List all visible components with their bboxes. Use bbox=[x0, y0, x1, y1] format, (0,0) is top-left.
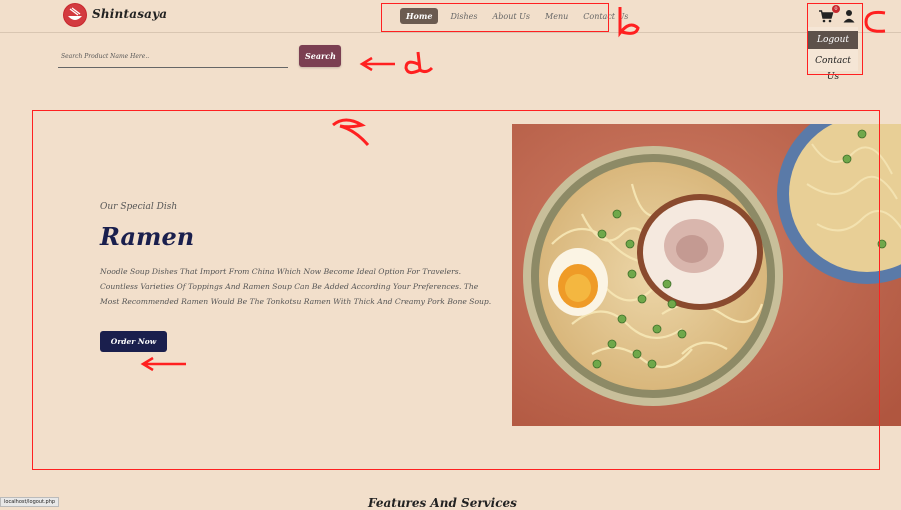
browser-status-url: localhost/logout.php bbox=[0, 497, 60, 507]
annotation-marks bbox=[140, 7, 886, 372]
features-section-heading: Features And Services bbox=[368, 496, 517, 510]
